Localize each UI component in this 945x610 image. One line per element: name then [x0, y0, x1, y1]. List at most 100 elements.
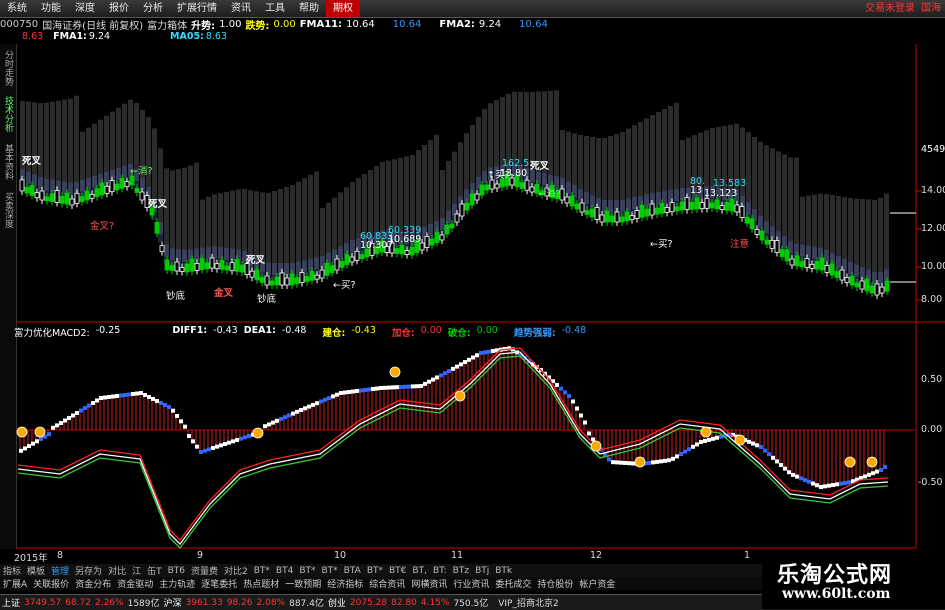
kline-chart[interactable]	[0, 0, 945, 560]
candle-body	[234, 258, 240, 272]
buy-signal-label: ←买?	[333, 280, 356, 291]
tool-consensus[interactable]: 一致预期	[282, 577, 324, 590]
candle-body	[839, 269, 845, 281]
tool-economic[interactable]: 经济指标	[324, 577, 366, 590]
candle-body	[59, 195, 65, 204]
candle-body	[54, 190, 60, 203]
tab-20[interactable]: BTj	[472, 566, 492, 576]
tab-save-as[interactable]: 另存为	[72, 564, 105, 577]
macd-dot	[159, 401, 163, 405]
macd-dot	[651, 460, 655, 465]
tab-compare[interactable]: 对比	[105, 564, 129, 577]
tab-10[interactable]: BT*	[251, 566, 273, 576]
signal-marker	[844, 456, 856, 468]
box-overlay	[626, 128, 631, 211]
tab-12[interactable]: BT*	[296, 566, 318, 576]
death-cross-label: 死叉	[22, 156, 42, 167]
macd-dot	[271, 420, 275, 425]
cy-index-label[interactable]: 创业	[326, 596, 348, 609]
tool-main-trace[interactable]: 主力轨迹	[156, 577, 198, 590]
candle-body	[314, 274, 320, 280]
tool-industry[interactable]: 行业资讯	[450, 577, 492, 590]
tab-template[interactable]: 模板	[24, 564, 48, 577]
tab-13[interactable]: BT*	[319, 566, 341, 576]
macd-dot	[235, 438, 239, 442]
golden-cross-label: 金叉	[214, 288, 234, 299]
tool-news[interactable]: 综合资讯	[366, 577, 408, 590]
candle-body	[709, 202, 715, 209]
tab-18[interactable]: BT:	[430, 566, 450, 576]
tab-8[interactable]: 资量费	[188, 564, 221, 577]
cy-index-pct: 4.15%	[420, 597, 450, 608]
candle-body	[584, 210, 590, 215]
macd-dot	[567, 394, 571, 399]
macd-dot	[375, 386, 379, 391]
vip-server[interactable]: VIP_招商北京2	[496, 596, 560, 609]
macd-dot	[91, 401, 95, 405]
tab-16[interactable]: BT€	[386, 566, 409, 576]
tab-indicator[interactable]: 指标	[0, 564, 24, 577]
strength-label: 趋势强弱:	[513, 328, 556, 339]
macd-dot	[195, 444, 199, 449]
candle-body	[784, 249, 790, 262]
candle-body	[669, 202, 675, 213]
candle-body	[179, 267, 185, 272]
tool-hot-topics[interactable]: 热点题材	[240, 577, 282, 590]
candle-body	[339, 260, 345, 268]
tool-web-news[interactable]: 网横资讯	[408, 577, 450, 590]
tab-14[interactable]: BTA	[341, 566, 364, 576]
tool-fund-distribution[interactable]: 资金分布	[72, 577, 114, 590]
tab-17[interactable]: BT,	[409, 566, 430, 576]
macd-dot	[579, 413, 583, 418]
box-overlay	[422, 145, 427, 239]
box-overlay	[668, 106, 673, 202]
tab-6[interactable]: 缶T	[144, 564, 165, 577]
tab-11[interactable]: BT4	[273, 566, 296, 576]
dea-value: -0.48	[281, 325, 307, 336]
macd-dot	[399, 385, 403, 389]
tab-15[interactable]: BT*	[364, 566, 386, 576]
candle-body	[214, 263, 220, 270]
candle-body	[644, 208, 650, 217]
tool-related-quotes[interactable]: 关联报价	[30, 577, 72, 590]
tool-positions[interactable]: 持仓股份	[534, 577, 576, 590]
box-overlay	[26, 101, 31, 184]
add-value: 0.00	[420, 325, 442, 336]
candle-body	[699, 202, 705, 210]
macd-dot	[479, 351, 483, 355]
tab-5[interactable]: 江	[129, 564, 144, 577]
tool-account[interactable]: 帐户资金	[576, 577, 618, 590]
signal-marker	[454, 390, 466, 402]
macd-dot	[71, 413, 75, 418]
sh-index-label[interactable]: 上证	[0, 596, 22, 609]
candle-body	[689, 201, 695, 210]
tab-19[interactable]: BTz	[450, 566, 472, 576]
macd-dot	[231, 439, 235, 444]
box-overlay	[554, 90, 559, 189]
macd-dot	[151, 397, 155, 401]
candle-body	[289, 273, 295, 286]
candle-body	[34, 192, 40, 199]
attention-label: 注意	[730, 239, 750, 250]
macd-dot	[275, 418, 279, 423]
tool-extend-a[interactable]: 扩展A	[0, 577, 30, 590]
tab-21[interactable]: BTk	[492, 566, 515, 576]
tool-fund-driver[interactable]: 资金驱动	[114, 577, 156, 590]
month-label: 1	[744, 550, 751, 561]
sh-index-value: 3749.57	[24, 597, 62, 608]
macd-dot	[683, 449, 687, 454]
tab-9[interactable]: 对比2	[221, 564, 251, 577]
candle-body	[294, 277, 300, 285]
candle-body	[594, 207, 600, 220]
macd-dot	[299, 408, 303, 412]
tool-orders[interactable]: 委托成交	[492, 577, 534, 590]
tab-manage[interactable]: 管理	[48, 564, 72, 577]
tool-order-by-order[interactable]: 逐笔委托	[198, 577, 240, 590]
signal-marker	[734, 434, 746, 446]
hs-index-label[interactable]: 沪深	[162, 596, 184, 609]
candle-body	[189, 258, 195, 272]
tab-7[interactable]: BT6	[165, 566, 188, 576]
macd-dot	[95, 398, 99, 403]
candle-body	[129, 175, 135, 186]
candle-body	[134, 188, 140, 193]
